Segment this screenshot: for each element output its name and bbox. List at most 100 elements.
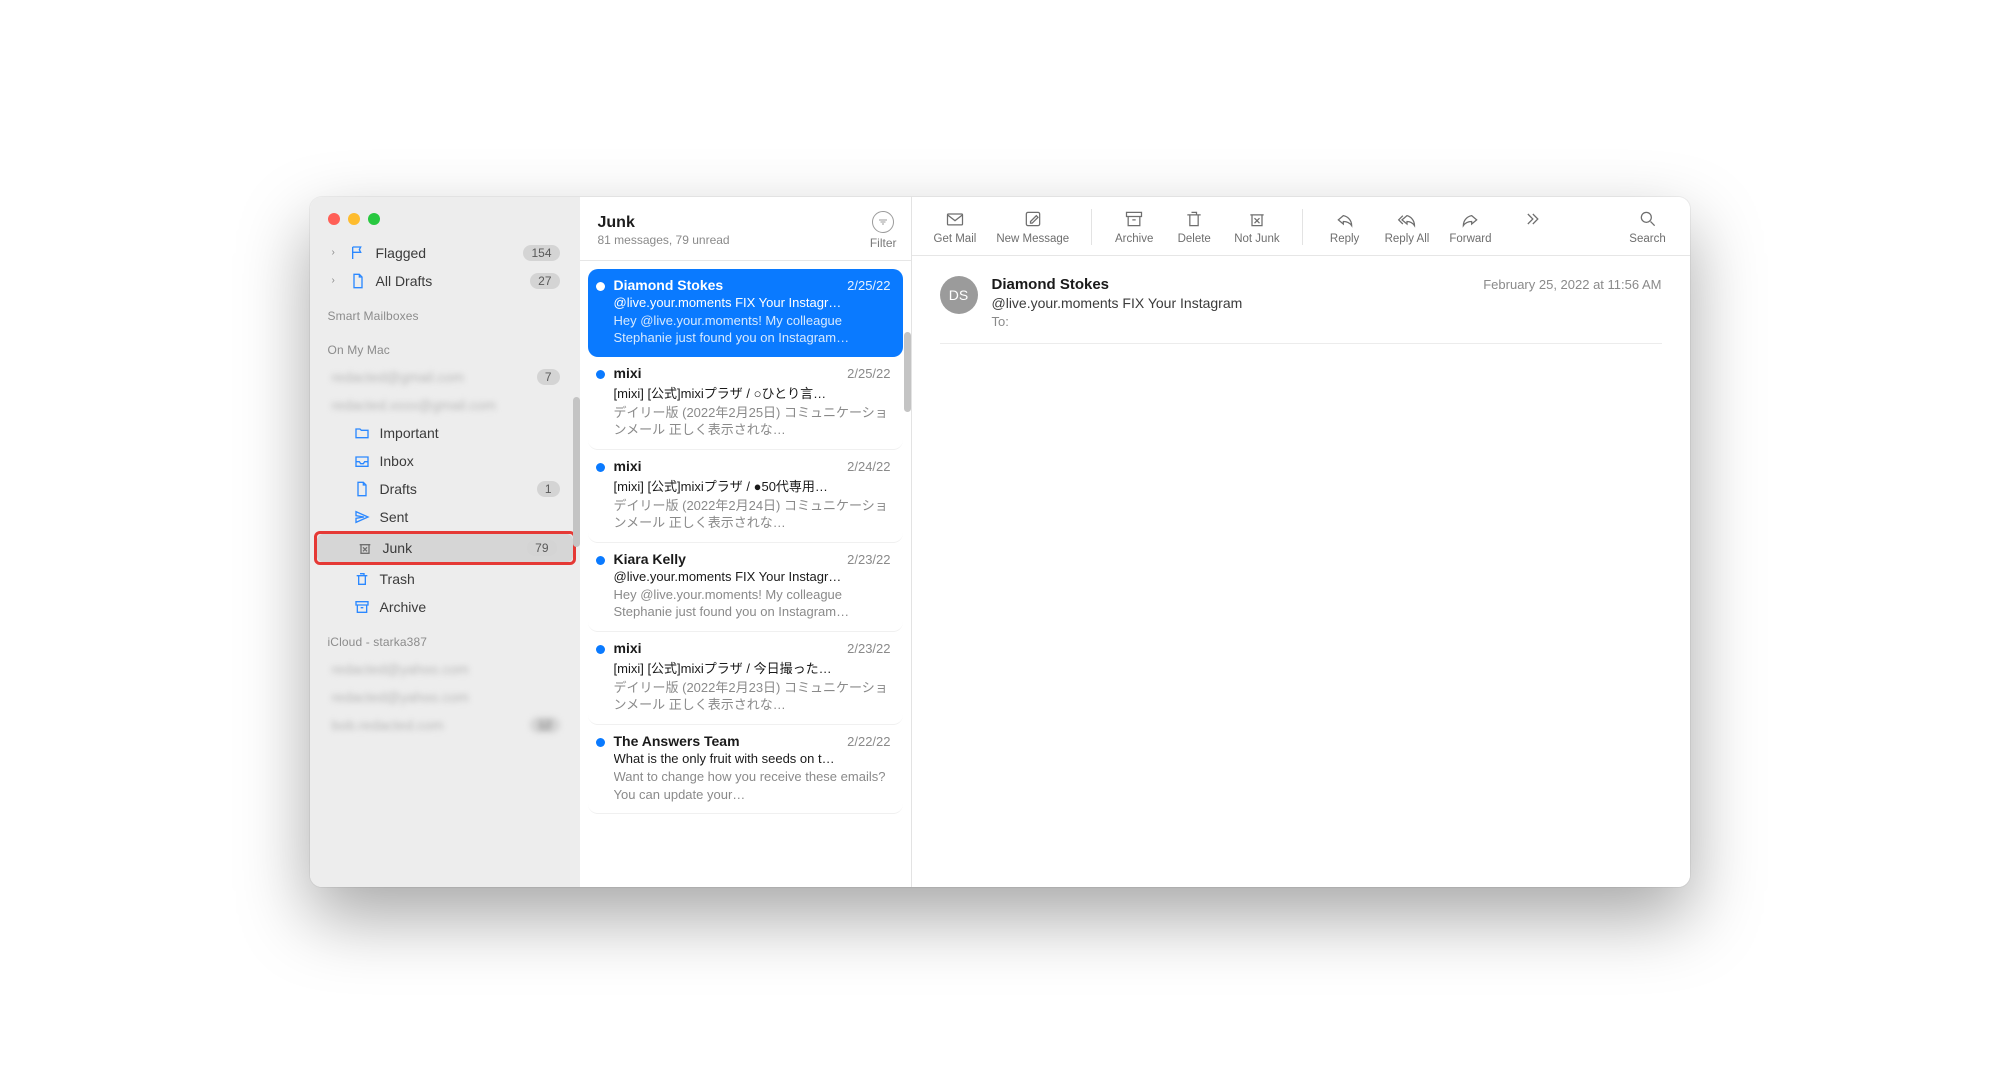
mailbox-title: Junk [598,214,870,232]
sidebar-item-sent[interactable]: Sent [314,503,576,531]
message-preview: Hey @live.your.moments! My colleague Ste… [614,586,891,621]
message-item[interactable]: Diamond Stokes2/25/22@live.your.moments … [588,269,903,357]
tool-label: Not Junk [1234,233,1279,245]
forward-button[interactable]: Forward [1449,209,1491,245]
archive-button[interactable]: Archive [1114,209,1154,245]
sidebar-item-drafts[interactable]: Drafts 1 [314,475,576,503]
sidebar-item-label: Flagged [376,245,524,261]
message-from: Diamond Stokes [992,276,1110,293]
message-item[interactable]: Kiara Kelly2/23/22@live.your.moments FIX… [588,543,903,632]
tool-label: Search [1629,233,1665,245]
search-button[interactable]: Search [1628,209,1668,245]
sidebar-item-account[interactable]: redacted@gmail.com 7 [314,363,576,391]
get-mail-button[interactable]: Get Mail [934,209,977,245]
sidebar-item-all-drafts[interactable]: › All Drafts 27 [314,267,576,295]
junk-icon [355,540,375,556]
scrollbar[interactable] [904,332,911,412]
sidebar-item-important[interactable]: Important [314,419,576,447]
filter-button[interactable]: Filter [870,211,897,250]
message-date: 2/25/22 [847,366,890,381]
trash-icon [1184,209,1204,229]
mail-window: › Flagged 154 › All Drafts 27 Smart Mail… [310,197,1690,887]
close-button[interactable] [328,213,340,225]
not-junk-button[interactable]: Not Junk [1234,209,1279,245]
highlight-annotation: Junk 79 [314,531,576,565]
chevron-right-icon: › [332,275,344,286]
tool-label: Reply All [1385,233,1430,245]
sidebar-item-label: Inbox [380,453,560,469]
count-badge: 1 [537,481,560,497]
sent-icon [352,509,372,525]
message-date: 2/24/22 [847,459,890,474]
sidebar-item-account[interactable]: redacted.xxxx@gmail.com [314,391,576,419]
sidebar-item-label: bob.redacted.com [332,717,531,733]
sidebar-item-account[interactable]: redacted@yahoo.com [314,683,576,711]
sidebar-item-label: Drafts [380,481,537,497]
sidebar-header-smart: Smart Mailboxes [310,295,580,329]
envelope-icon [945,209,965,229]
reply-all-button[interactable]: Reply All [1385,209,1430,245]
sidebar-item-archive[interactable]: Archive [314,593,576,621]
message-subject: @live.your.moments FIX Your Instagram [992,295,1662,311]
maximize-button[interactable] [368,213,380,225]
message-date: 2/25/22 [847,278,890,293]
tool-label: New Message [996,233,1069,245]
sidebar-item-junk[interactable]: Junk 79 [317,534,573,562]
sidebar-header-onmymac: On My Mac [310,329,580,363]
sidebar: › Flagged 154 › All Drafts 27 Smart Mail… [310,197,580,887]
count-badge: 27 [530,273,559,289]
archive-icon [352,599,372,615]
more-button[interactable] [1512,209,1552,245]
message-subject: [mixi] [公式]mixiプラザ / ●50代専用… [614,476,891,495]
folder-icon [352,425,372,441]
message-preview: Want to change how you receive these ema… [614,768,891,803]
sidebar-item-trash[interactable]: Trash [314,565,576,593]
message-item[interactable]: mixi2/23/22[mixi] [公式]mixiプラザ / 今日撮った…デイ… [588,632,903,725]
message-date: 2/23/22 [847,641,890,656]
sidebar-item-label: redacted@yahoo.com [332,689,560,705]
message-item[interactable]: mixi 2/25/22 [mixi] [公式]mixiプラザ / ○ひとり言… デイ… [588,357,903,450]
message-list: Junk 81 messages, 79 unread Filter Diamo… [580,197,912,887]
toolbar: Get Mail New Message Archive Delete Not … [912,197,1690,256]
message-list-header: Junk 81 messages, 79 unread Filter [580,197,911,261]
tool-label: Forward [1449,233,1491,245]
unread-dot-icon [596,645,605,654]
message-date: February 25, 2022 at 11:56 AM [1483,277,1661,292]
sidebar-item-account[interactable]: redacted@yahoo.com [314,655,576,683]
minimize-button[interactable] [348,213,360,225]
message-preview: デイリー版 (2022年2月25日) コミュニケーションメール 正しく表示されな… [614,404,891,439]
sidebar-item-label: Archive [380,599,560,615]
flag-icon [348,245,368,261]
count-badge: 12 [530,717,559,733]
sidebar-item-flagged[interactable]: › Flagged 154 [314,239,576,267]
filter-icon [872,211,894,233]
reply-icon [1335,209,1355,229]
unread-dot-icon [596,370,605,379]
chevrons-right-icon [1522,209,1542,229]
sidebar-content: › Flagged 154 › All Drafts 27 Smart Mail… [310,239,580,887]
message-date: 2/22/22 [847,734,890,749]
message-to: To: [992,314,1662,329]
message-item[interactable]: mixi2/24/22[mixi] [公式]mixiプラザ / ●50代専用…デ… [588,450,903,543]
not-junk-icon [1247,209,1267,229]
reply-button[interactable]: Reply [1325,209,1365,245]
delete-button[interactable]: Delete [1174,209,1214,245]
message-item[interactable]: The Answers Team2/22/22What is the only … [588,725,903,814]
trash-icon [352,571,372,587]
tool-label: Archive [1115,233,1153,245]
sidebar-item-account[interactable]: bob.redacted.com 12 [314,711,576,739]
message-subject: @live.your.moments FIX Your Instagr… [614,569,891,584]
sidebar-item-label: Important [380,425,560,441]
new-message-button[interactable]: New Message [996,209,1069,245]
forward-icon [1460,209,1480,229]
message-sender: mixi [614,365,642,381]
filter-label: Filter [870,236,897,250]
chevron-right-icon: › [332,247,344,258]
message-subject: What is the only fruit with seeds on t… [614,751,891,766]
inbox-icon [352,453,372,469]
message-subject: [mixi] [公式]mixiプラザ / ○ひとり言… [614,383,891,402]
document-icon [348,273,368,289]
scrollbar[interactable] [573,397,580,547]
sidebar-header-icloud: iCloud - starka387 [310,621,580,655]
sidebar-item-inbox[interactable]: Inbox [314,447,576,475]
